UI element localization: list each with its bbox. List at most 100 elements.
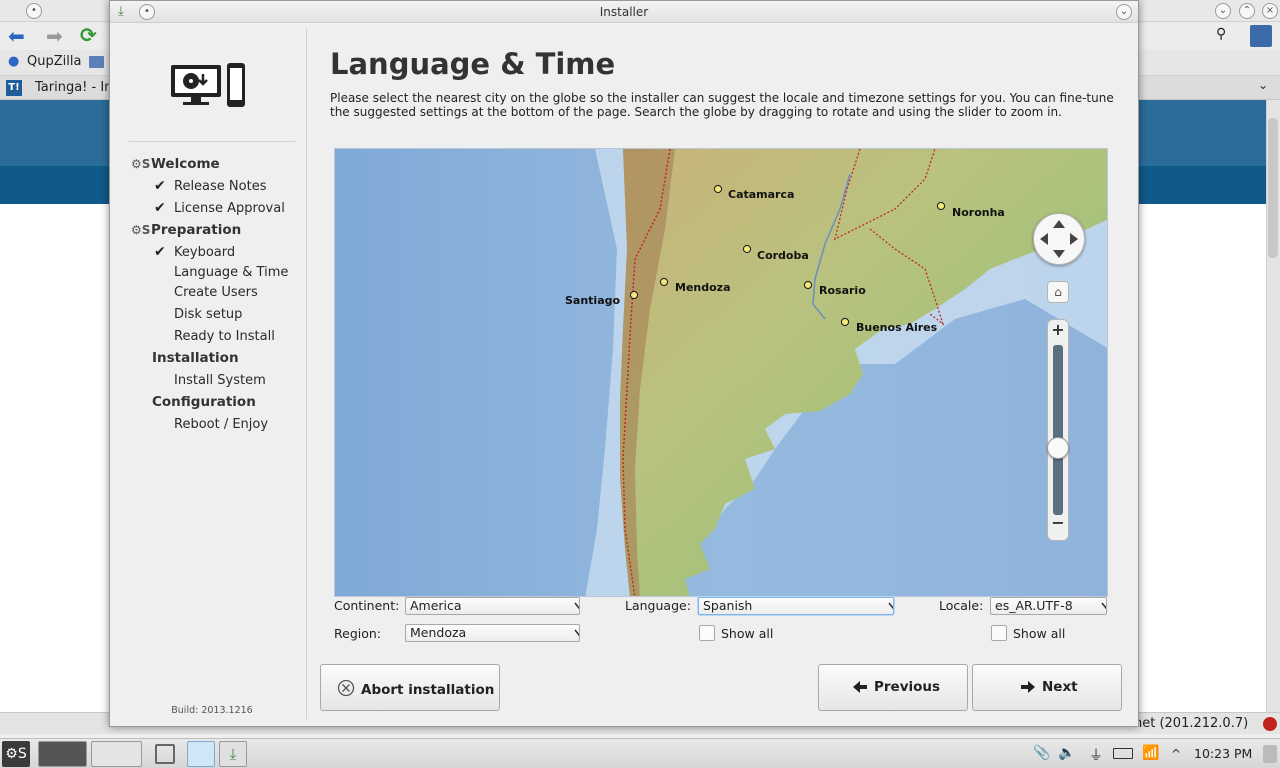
globe-map[interactable]: Catamarca Noronha Cordoba Mendoza Rosario San… — [334, 148, 1108, 597]
folder-icon[interactable] — [89, 56, 104, 68]
installer-titlebar: ⤓ • Installer ⌄ — [110, 1, 1138, 23]
city-label-noronha[interactable]: Noronha — [952, 206, 1005, 219]
sidebar-item-disk-setup: Disk setup — [174, 307, 243, 322]
installer-sidebar: ⚙SWelcome ✔ Release Notes ✔ License Approv… — [117, 29, 307, 719]
zoom-in-button[interactable]: + — [1048, 321, 1068, 341]
forward-arrow-icon[interactable]: ➡ — [46, 24, 63, 48]
locale-label: Locale: — [939, 598, 984, 613]
next-button[interactable]: Next — [972, 664, 1122, 711]
tray-expand-chevron-icon[interactable]: ^ — [1171, 747, 1181, 761]
sidebar-item-license-approval: ✔ License Approval — [154, 200, 285, 216]
sidebar-item-ready-to-install: Ready to Install — [174, 329, 275, 344]
show-all-locales-label[interactable]: Show all — [1013, 626, 1065, 641]
city-label-buenos-aires[interactable]: Buenos Aires — [856, 321, 938, 334]
language-select[interactable]: Spanish — [698, 597, 894, 615]
city-marker-catamarca[interactable] — [713, 184, 723, 194]
browser-maximize-button[interactable]: ⌃ — [1239, 3, 1255, 19]
browser-scrollbar-thumb[interactable] — [1268, 118, 1278, 258]
taskbar: ⚙S ⤓ 📎 🔈 ⏚ 📶 ^ 10:23 PM — [0, 738, 1280, 768]
tab-list-chevron-icon[interactable]: ⌄ — [1258, 78, 1268, 92]
volume-icon[interactable]: 🔈 — [1058, 745, 1075, 761]
sidebar-item-keyboard: ✔ Keyboard — [154, 244, 236, 260]
status-text: net (201.212.0.7) — [1134, 716, 1249, 731]
sidebar-section-installation: Installation — [152, 350, 239, 366]
sidebar-item-reboot-enjoy: Reboot / Enjoy — [174, 417, 269, 432]
show-all-languages-checkbox[interactable] — [699, 625, 715, 641]
wifi-icon[interactable]: 📶 — [1142, 745, 1159, 761]
binoculars-icon[interactable]: ⚲ — [1216, 26, 1226, 42]
cancel-icon — [337, 679, 355, 697]
sidebar-item-release-notes: ✔ Release Notes — [154, 178, 267, 194]
usb-icon[interactable]: ⏚ — [1089, 745, 1103, 765]
app-launcher-icon[interactable]: ⚙S — [2, 741, 30, 767]
region-label: Region: — [334, 626, 382, 641]
language-label: Language: — [625, 598, 691, 613]
virtual-desktop-2[interactable] — [91, 741, 142, 767]
city-marker-buenos-aires[interactable] — [840, 317, 850, 327]
page-title: Language & Time — [330, 47, 616, 81]
back-arrow-icon[interactable]: ⬅ — [8, 24, 25, 48]
page-description: Please select the nearest city on the gl… — [330, 91, 1114, 119]
city-label-santiago[interactable]: Santiago — [565, 294, 621, 307]
build-version: Build: 2013.1216 — [171, 705, 253, 716]
clock[interactable]: 10:23 PM — [1194, 746, 1252, 761]
installer-task-icon[interactable]: ⤓ — [219, 741, 247, 767]
city-marker-rosario[interactable] — [803, 280, 813, 290]
sidebar-item-language-time: Language & Time — [174, 265, 289, 280]
checkmark-icon: ✔ — [154, 178, 166, 194]
arrow-right-icon — [1021, 681, 1035, 693]
abort-installation-button[interactable]: Abort installation — [320, 664, 500, 711]
zoom-out-button[interactable]: − — [1048, 514, 1068, 534]
zoom-slider-track[interactable] — [1053, 345, 1063, 515]
battery-icon[interactable] — [1113, 748, 1133, 759]
checkmark-icon: ✔ — [154, 200, 166, 216]
locale-select[interactable]: es_AR.UTF-8 — [990, 597, 1107, 615]
show-all-languages-label[interactable]: Show all — [721, 626, 773, 641]
qupzilla-task-icon[interactable] — [187, 741, 215, 767]
virtual-desktop-1[interactable] — [38, 741, 87, 767]
installer-logo-icon — [171, 63, 245, 107]
city-label-cordoba[interactable]: Cordoba — [757, 249, 809, 262]
city-marker-cordoba[interactable] — [742, 244, 752, 254]
city-marker-noronha[interactable] — [936, 201, 946, 211]
notifications-icon[interactable] — [1263, 745, 1277, 763]
gear-icon: ⚙S — [131, 223, 151, 237]
pan-arrows-icon[interactable] — [1034, 214, 1084, 264]
installer-window: ⤓ • Installer ⌄ ⚙SWelcome ✔ Release Notes… — [109, 0, 1139, 727]
gear-icon: ⚙S — [131, 157, 151, 171]
city-label-rosario[interactable]: Rosario — [819, 284, 866, 297]
adblock-icon[interactable] — [1263, 717, 1277, 731]
city-label-mendoza[interactable]: Mendoza — [675, 281, 731, 294]
browser-close-button[interactable]: × — [1262, 3, 1278, 19]
paperclip-icon[interactable]: 📎 — [1033, 745, 1050, 761]
sidebar-item-install-system: Install System — [174, 373, 266, 388]
sidebar-item-create-users: Create Users — [174, 285, 258, 300]
sidebar-section-configuration: Configuration — [152, 394, 256, 410]
tools-icon[interactable] — [1250, 25, 1272, 47]
city-label-catamarca[interactable]: Catamarca — [728, 188, 794, 201]
browser-tab[interactable]: Taringa! - In — [35, 80, 112, 95]
sidebar-section-preparation: ⚙SPreparation — [131, 222, 242, 238]
continent-label: Continent: — [334, 598, 400, 613]
taringa-favicon-icon: T! — [6, 80, 22, 96]
map-navigation-control[interactable] — [1033, 213, 1085, 265]
city-markers[interactable]: Catamarca Noronha Cordoba Mendoza Rosario San… — [335, 149, 1108, 597]
bookmark-qupzilla[interactable]: QupZilla — [27, 54, 81, 69]
show-all-locales-checkbox[interactable] — [991, 625, 1007, 641]
previous-button[interactable]: Previous — [818, 664, 968, 711]
window-collapse-button[interactable]: ⌄ — [1116, 4, 1132, 20]
city-marker-mendoza[interactable] — [659, 277, 669, 287]
continent-select[interactable]: America — [405, 597, 580, 615]
show-desktop-icon[interactable] — [155, 744, 175, 764]
city-marker-santiago[interactable] — [629, 290, 639, 300]
arrow-left-icon — [853, 681, 867, 693]
browser-minimize-button[interactable]: ⌄ — [1215, 3, 1231, 19]
window-title: Installer — [599, 5, 649, 19]
sidebar-separator — [129, 141, 295, 142]
reload-icon[interactable]: ⟳ — [80, 23, 97, 47]
browser-menu-button[interactable]: • — [26, 3, 42, 19]
home-icon[interactable]: ⌂ — [1047, 281, 1069, 303]
checkmark-icon: ✔ — [154, 244, 166, 260]
zoom-slider-handle[interactable] — [1047, 437, 1069, 459]
region-select[interactable]: Mendoza — [405, 624, 580, 642]
